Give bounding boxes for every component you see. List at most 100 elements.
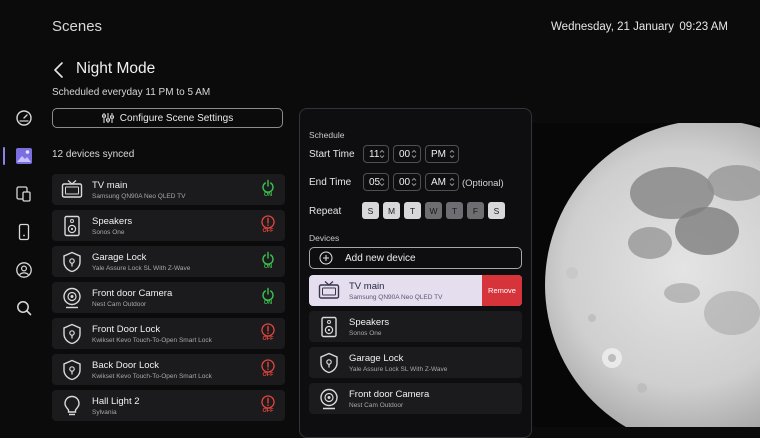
- day-toggle[interactable]: S: [488, 202, 505, 219]
- scene-device-row-front-door-camera[interactable]: Front door Camera Nest Cam Outdoor: [309, 383, 522, 414]
- up-down-arrows-icon: [379, 148, 385, 160]
- device-model: Yale Assure Lock SL With Z-Wave: [349, 366, 448, 373]
- start-ampm-stepper[interactable]: PM: [425, 145, 459, 163]
- camera-icon: [317, 387, 341, 411]
- date-display: Wednesday, 21 January: [551, 21, 674, 33]
- day-toggle[interactable]: M: [383, 202, 400, 219]
- tv-icon: [60, 178, 84, 202]
- day-toggle[interactable]: S: [362, 202, 379, 219]
- start-hour-stepper[interactable]: 11: [363, 145, 389, 163]
- sidebar-item-profile[interactable]: [14, 260, 34, 280]
- device-row-speakers[interactable]: Speakers Sonos One OFF: [52, 210, 285, 241]
- remove-device-button[interactable]: Remove: [482, 275, 522, 306]
- moon-image: [545, 123, 760, 427]
- schedule-panel: Schedule Start Time 11 00 PM End Time 05…: [299, 108, 532, 438]
- power-toggle[interactable]: OFF: [257, 395, 279, 414]
- status-badge: OFF: [262, 336, 274, 342]
- plus-circle-icon: [319, 251, 333, 265]
- device-model: Sonos One: [349, 330, 382, 337]
- device-name: Speakers: [92, 216, 133, 227]
- scene-device-row-tv-main[interactable]: TV main Samsung QN90A Neo QLED TV Remove: [309, 275, 522, 306]
- app-title: Scenes: [52, 18, 103, 35]
- sidebar-item-search[interactable]: [14, 298, 34, 318]
- schedule-summary: Scheduled everyday 11 PM to 5 AM: [52, 87, 211, 98]
- device-model: Sylvania: [92, 409, 117, 416]
- sidebar-item-remote[interactable]: [14, 222, 34, 242]
- page-title: Night Mode: [76, 60, 156, 77]
- end-time-label: End Time: [309, 177, 352, 188]
- device-model: Kwikset Kevo Touch-To-Open Smart Lock: [92, 373, 212, 380]
- power-icon: [257, 287, 279, 301]
- device-row-tv-main[interactable]: TV main Samsung QN90A Neo QLED TV ON: [52, 174, 285, 205]
- schedule-section-label: Schedule: [309, 130, 345, 140]
- end-hour-stepper[interactable]: 05: [363, 173, 389, 191]
- status-badge: ON: [263, 192, 273, 198]
- device-name: Garage Lock: [349, 353, 404, 364]
- device-model: Samsung QN90A Neo QLED TV: [92, 193, 186, 200]
- power-toggle[interactable]: OFF: [257, 323, 279, 342]
- scene-device-row-garage-lock[interactable]: Garage Lock Yale Assure Lock SL With Z-Wa…: [309, 347, 522, 378]
- up-down-arrows-icon: [449, 148, 455, 160]
- sliders-icon: [101, 113, 114, 123]
- device-name: TV main: [349, 281, 385, 292]
- device-row-garage-lock[interactable]: Garage Lock Yale Assure Lock SL With Z-Wa…: [52, 246, 285, 277]
- day-toggle[interactable]: F: [467, 202, 484, 219]
- start-hour-value: 11: [369, 148, 380, 160]
- add-device-button[interactable]: Add new device: [309, 247, 522, 269]
- end-ampm-value: AM: [431, 176, 446, 188]
- devices-section-label: Devices: [309, 233, 340, 243]
- chevron-left-icon: [54, 62, 63, 78]
- bulb-icon: [60, 394, 84, 418]
- power-icon: [257, 323, 279, 337]
- tv-icon: [317, 279, 341, 303]
- sidebar-item-devices[interactable]: [14, 184, 34, 204]
- device-name: TV main: [92, 180, 128, 191]
- device-name: Garage Lock: [92, 252, 147, 263]
- configure-scene-label: Configure Scene Settings: [119, 112, 234, 124]
- device-row-back-door-lock[interactable]: Back Door Lock Kwikset Kevo Touch-To-Open…: [52, 354, 285, 385]
- device-row-front-door-camera[interactable]: Front door Camera Nest Cam Outdoor ON: [52, 282, 285, 313]
- power-toggle[interactable]: ON: [257, 179, 279, 198]
- sidebar-item-dashboard[interactable]: [14, 108, 34, 128]
- device-name: Speakers: [349, 317, 390, 328]
- back-button[interactable]: [50, 60, 68, 80]
- power-toggle[interactable]: OFF: [257, 215, 279, 234]
- power-toggle[interactable]: OFF: [257, 359, 279, 378]
- optional-note: (Optional): [462, 178, 504, 189]
- day-toggle[interactable]: T: [404, 202, 421, 219]
- end-minute-stepper[interactable]: 00: [393, 173, 421, 191]
- device-name: Hall Light 2: [92, 396, 140, 407]
- power-icon: [257, 251, 279, 265]
- up-down-arrows-icon: [379, 176, 385, 188]
- up-down-arrows-icon: [411, 176, 417, 188]
- configure-scene-button[interactable]: Configure Scene Settings: [52, 108, 283, 128]
- start-minute-value: 00: [399, 148, 411, 160]
- devices-icon: [16, 186, 31, 202]
- scene-device-row-speakers[interactable]: Speakers Sonos One: [309, 311, 522, 342]
- lock-icon: [317, 351, 341, 375]
- device-model: Nest Cam Outdoor: [92, 301, 147, 308]
- power-toggle[interactable]: ON: [257, 287, 279, 306]
- status-badge: ON: [263, 264, 273, 270]
- sidebar-item-scenes[interactable]: [14, 146, 34, 166]
- power-toggle[interactable]: ON: [257, 251, 279, 270]
- dashboard-icon: [16, 110, 32, 126]
- lock-icon: [60, 358, 84, 382]
- remote-icon: [18, 223, 30, 241]
- day-toggle[interactable]: T: [446, 202, 463, 219]
- profile-icon: [16, 262, 32, 278]
- status-badge: ON: [263, 300, 273, 306]
- device-row-front-door-lock[interactable]: Front Door Lock Kwikset Kevo Touch-To-Ope…: [52, 318, 285, 349]
- repeat-label: Repeat: [309, 206, 342, 217]
- status-badge: OFF: [262, 408, 274, 414]
- start-ampm-value: PM: [431, 148, 446, 160]
- power-icon: [257, 359, 279, 373]
- lock-icon: [60, 322, 84, 346]
- start-minute-stepper[interactable]: 00: [393, 145, 421, 163]
- device-row-hall-light-2[interactable]: Hall Light 2 Sylvania OFF: [52, 390, 285, 421]
- scenes-icon: [16, 148, 32, 164]
- power-icon: [257, 215, 279, 229]
- end-ampm-stepper[interactable]: AM: [425, 173, 459, 191]
- device-model: Yale Assure Lock SL With Z-Wave: [92, 265, 191, 272]
- day-toggle[interactable]: W: [425, 202, 442, 219]
